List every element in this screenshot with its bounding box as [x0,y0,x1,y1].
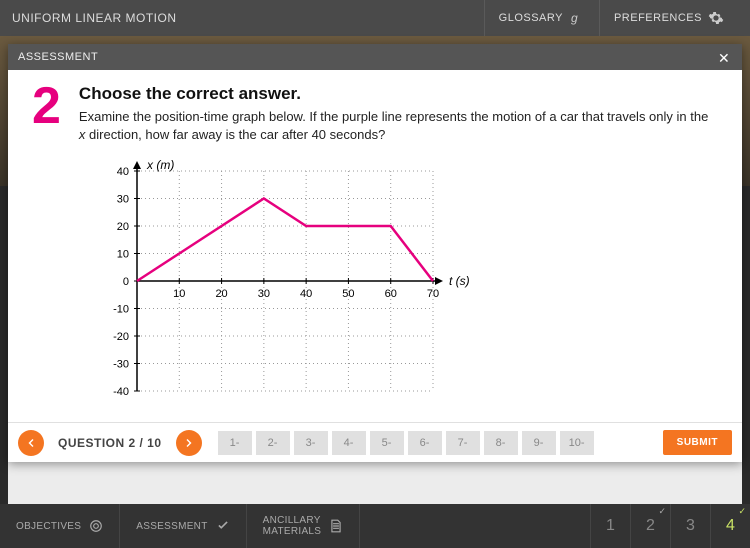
svg-text:40: 40 [117,166,129,178]
ancillary-label-2: MATERIALS [263,526,322,537]
svg-text:0: 0 [123,276,129,288]
svg-text:50: 50 [342,288,354,300]
check-icon: ✓ [658,506,666,517]
question-counter: QUESTION 2 / 10 [58,436,162,450]
question-nav-item[interactable]: 2- [256,431,290,455]
svg-text:g: g [571,11,578,25]
tab-objectives[interactable]: OBJECTIVES [0,504,120,548]
section-button-1[interactable]: 1 [590,504,630,548]
gear-icon [708,10,724,26]
svg-text:30: 30 [258,288,270,300]
svg-text:-30: -30 [113,359,129,371]
svg-text:30: 30 [117,194,129,206]
modal-header: ASSESSMENT [8,44,742,70]
next-question-button[interactable] [176,430,202,456]
question-nav-item[interactable]: 9- [522,431,556,455]
position-time-chart: 10 20 30 40 50 60 70 -40 -30 -20 -10 0 10 20 30 40 x (m)… [79,155,718,405]
modal-title: ASSESSMENT [18,51,718,63]
preferences-button[interactable]: PREFERENCES [599,0,738,36]
section-button-2[interactable]: 2✓ [630,504,670,548]
question-nav-item[interactable]: 7- [446,431,480,455]
svg-text:70: 70 [427,288,439,300]
pager-background [8,462,742,504]
tab-ancillary[interactable]: ANCILLARY MATERIALS [247,504,361,548]
svg-text:40: 40 [300,288,312,300]
question-number: 2 [32,80,61,408]
section-button-3[interactable]: 3 [670,504,710,548]
glossary-label: GLOSSARY [499,12,563,24]
page-title: UNIFORM LINEAR MOTION [12,11,484,25]
svg-text:20: 20 [117,221,129,233]
chevron-left-icon [25,437,37,449]
assessment-label: ASSESSMENT [136,521,207,532]
question-nav-item[interactable]: 1- [218,431,252,455]
preferences-label: PREFERENCES [614,12,702,24]
question-nav-item[interactable]: 4- [332,431,366,455]
glossary-button[interactable]: GLOSSARY g [484,0,599,36]
svg-text:-40: -40 [113,386,129,398]
assessment-modal: ASSESSMENT 2 Choose the correct answer. … [8,44,742,462]
question-title: Choose the correct answer. [79,84,718,104]
close-icon[interactable] [718,50,732,64]
modal-footer: QUESTION 2 / 10 1-2-3-4-5-6-7-8-9-10- SU… [8,422,742,462]
submit-button[interactable]: SUBMIT [663,430,732,455]
glossary-icon: g [569,10,585,26]
section-button-4[interactable]: 4✓ [710,504,750,548]
question-nav-item[interactable]: 5- [370,431,404,455]
question-nav-item[interactable]: 3- [294,431,328,455]
chevron-right-icon [183,437,195,449]
question-text: Examine the position-time graph below. I… [79,108,718,143]
check-icon: ✓ [738,506,746,517]
check-icon [216,519,230,533]
objectives-label: OBJECTIVES [16,521,81,532]
tab-assessment[interactable]: ASSESSMENT [120,504,246,548]
target-icon [89,519,103,533]
bottom-bar: OBJECTIVES ASSESSMENT ANCILLARY MATERIAL… [0,504,750,548]
question-nav-item[interactable]: 8- [484,431,518,455]
svg-text:10: 10 [117,249,129,261]
ancillary-label-1: ANCILLARY [263,515,322,526]
svg-text:t (s): t (s) [449,274,470,288]
question-nav: 1-2-3-4-5-6-7-8-9-10- [218,431,655,455]
svg-text:60: 60 [385,288,397,300]
svg-text:-20: -20 [113,331,129,343]
question-nav-item[interactable]: 6- [408,431,442,455]
question-nav-item[interactable]: 10- [560,431,594,455]
svg-text:x (m): x (m) [146,158,174,172]
svg-text:-10: -10 [113,304,129,316]
svg-text:10: 10 [173,288,185,300]
svg-text:20: 20 [215,288,227,300]
top-bar: UNIFORM LINEAR MOTION GLOSSARY g PREFERE… [0,0,750,36]
prev-question-button[interactable] [18,430,44,456]
document-icon [329,519,343,533]
